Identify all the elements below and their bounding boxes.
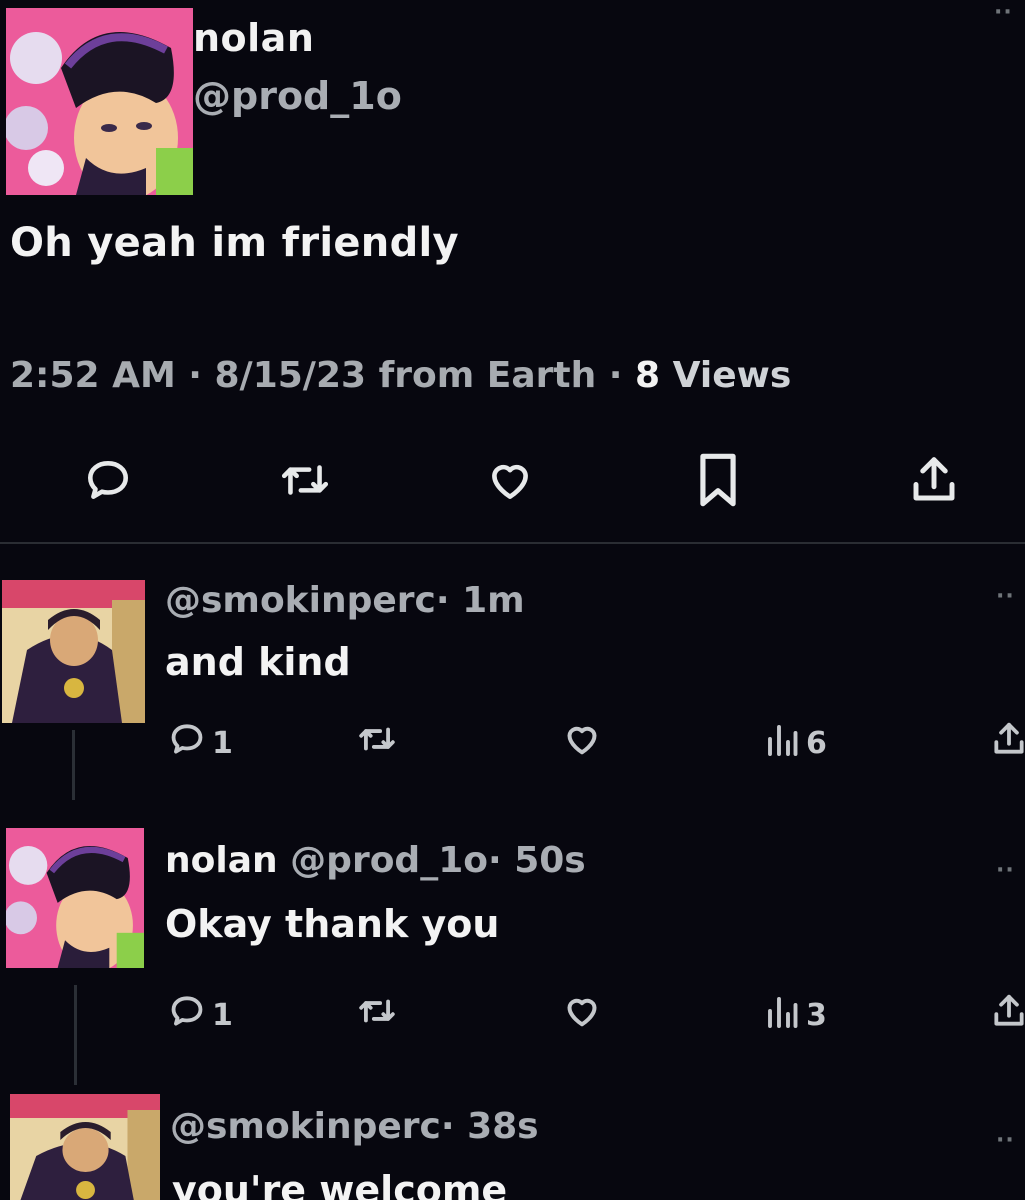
post-text-part1: Oh yeah im xyxy=(10,220,268,266)
reply-1-view-count: 6 xyxy=(806,725,827,761)
reply-1-retweet-button[interactable] xyxy=(356,718,398,768)
reply-3-text: you're welcome xyxy=(172,1168,508,1200)
reply-3-time: · 38s xyxy=(440,1106,539,1147)
post-divider xyxy=(0,542,1025,544)
like-icon[interactable] xyxy=(478,448,542,512)
like-icon xyxy=(560,719,604,767)
reply-1-reply-count: 1 xyxy=(212,725,233,761)
reply-1-reply-button[interactable]: 1 xyxy=(168,718,233,768)
reply-2-actions: 1 3 xyxy=(0,990,1025,1040)
reply-1-share-button[interactable] xyxy=(990,718,1025,768)
share-icon[interactable] xyxy=(902,448,966,512)
post-timestamp: 2:52 AM · 8/15/23 from Earth · xyxy=(10,355,623,396)
retweet-icon[interactable] xyxy=(273,448,337,512)
reply-2-text: Okay thank you xyxy=(165,902,500,946)
post-meta: 2:52 AM · 8/15/23 from Earth · 8 Views xyxy=(10,355,791,396)
reply-icon[interactable] xyxy=(76,448,140,512)
reply-3-more-icon[interactable]: ·· xyxy=(996,1128,1015,1153)
post-action-bar xyxy=(0,448,1025,512)
author-handle[interactable]: @prod_1o xyxy=(193,74,402,118)
more-options-icon[interactable]: ·· xyxy=(994,0,1013,25)
share-icon xyxy=(990,992,1025,1038)
reply-2-like-button[interactable] xyxy=(560,990,604,1040)
reply-1-time: · 1m xyxy=(435,580,525,621)
reply-2-view-count: 3 xyxy=(806,997,827,1033)
post-text: Oh yeah im friendly xyxy=(10,220,459,266)
reply-2-share-button[interactable] xyxy=(990,990,1025,1040)
reply-2-reply-button[interactable]: 1 xyxy=(168,990,233,1040)
reply-3-avatar[interactable] xyxy=(10,1094,160,1200)
reply-2-reply-count: 1 xyxy=(212,997,233,1033)
author-avatar[interactable] xyxy=(6,8,193,195)
views-label[interactable]: Views xyxy=(673,355,792,396)
post-text-part2: friendly xyxy=(281,220,459,266)
reply-2-handle[interactable]: @prod_1o xyxy=(290,840,488,881)
tweet-thread-screen: nolan @prod_1o ·· Oh yeah im friendly 2:… xyxy=(0,0,1025,1200)
reply-1-header: @smokinperc· 1m xyxy=(165,580,525,621)
reply-1-text: and kind xyxy=(165,640,351,684)
reply-3-handle[interactable]: @smokinperc xyxy=(170,1106,441,1147)
reply-icon xyxy=(168,992,206,1038)
analytics-icon xyxy=(764,721,800,765)
share-icon xyxy=(990,720,1025,766)
analytics-icon xyxy=(764,993,800,1037)
author-name[interactable]: nolan xyxy=(193,16,314,60)
reply-1-more-icon[interactable]: ·· xyxy=(996,584,1015,609)
reply-2-header: nolan @prod_1o· 50s xyxy=(165,840,586,881)
reply-icon xyxy=(168,720,206,766)
retweet-icon xyxy=(356,720,398,766)
reply-1-actions: 1 6 xyxy=(0,718,1025,768)
reply-2-avatar[interactable] xyxy=(6,828,144,968)
reply-2-more-icon[interactable]: ·· xyxy=(996,858,1015,883)
reply-2-name[interactable]: nolan xyxy=(165,840,278,881)
reply-1-handle[interactable]: @smokinperc xyxy=(165,580,436,621)
like-icon xyxy=(560,991,604,1039)
reply-1-views-button[interactable]: 6 xyxy=(764,718,827,768)
reply-2-views-button[interactable]: 3 xyxy=(764,990,827,1040)
reply-2-time: · 50s xyxy=(487,840,586,881)
views-count: 8 xyxy=(635,355,661,396)
reply-1-avatar[interactable] xyxy=(2,580,145,723)
reply-2-retweet-button[interactable] xyxy=(356,990,398,1040)
retweet-icon xyxy=(356,992,398,1038)
reply-3-header: @smokinperc· 38s xyxy=(170,1106,539,1147)
reply-1-like-button[interactable] xyxy=(560,718,604,768)
bookmark-icon[interactable] xyxy=(686,448,750,512)
